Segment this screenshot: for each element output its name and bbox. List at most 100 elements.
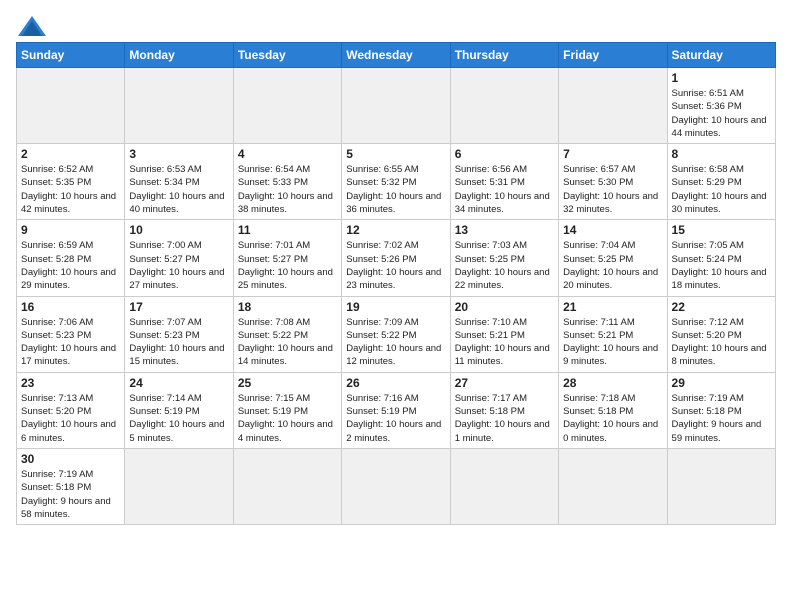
calendar-cell: 8Sunrise: 6:58 AM Sunset: 5:29 PM Daylig… bbox=[667, 144, 775, 220]
cell-sun-info: Sunrise: 7:01 AM Sunset: 5:27 PM Dayligh… bbox=[238, 239, 337, 292]
calendar-cell bbox=[233, 448, 341, 524]
day-number: 7 bbox=[563, 147, 662, 161]
calendar-cell: 4 Sunrise: 6:54 AM Sunset: 5:33 PM Daylig… bbox=[233, 144, 341, 220]
day-number: 19 bbox=[346, 300, 445, 314]
cell-sun-info: Sunrise: 7:13 AM Sunset: 5:20 PM Dayligh… bbox=[21, 392, 120, 445]
day-number: 15 bbox=[672, 223, 771, 237]
cell-sun-info: Sunrise: 7:16 AM Sunset: 5:19 PM Dayligh… bbox=[346, 392, 445, 445]
cell-sun-info: Sunrise: 6:58 AM Sunset: 5:29 PM Dayligh… bbox=[672, 163, 771, 216]
calendar-cell bbox=[342, 68, 450, 144]
cell-sun-info: Sunrise: 7:18 AM Sunset: 5:18 PM Dayligh… bbox=[563, 392, 662, 445]
calendar-page: SundayMondayTuesdayWednesdayThursdayFrid… bbox=[0, 0, 792, 533]
cell-sun-info: Sunrise: 7:14 AM Sunset: 5:19 PM Dayligh… bbox=[129, 392, 228, 445]
calendar-cell: 1 Sunrise: 6:51 AM Sunset: 5:36 PM Daylig… bbox=[667, 68, 775, 144]
day-number: 2 bbox=[21, 147, 120, 161]
calendar-cell: 3Sunrise: 6:53 AM Sunset: 5:34 PM Daylig… bbox=[125, 144, 233, 220]
calendar-cell bbox=[450, 68, 558, 144]
cell-sun-info: Sunrise: 6:51 AM Sunset: 5:36 PM Dayligh… bbox=[672, 87, 771, 140]
cell-sun-info: Sunrise: 6:56 AM Sunset: 5:31 PM Dayligh… bbox=[455, 163, 554, 216]
day-number: 16 bbox=[21, 300, 120, 314]
logo bbox=[16, 16, 46, 36]
calendar-cell: 26 Sunrise: 7:16 AM Sunset: 5:19 PM Dayli… bbox=[342, 372, 450, 448]
calendar-cell bbox=[233, 68, 341, 144]
cell-sun-info: Sunrise: 7:03 AM Sunset: 5:25 PM Dayligh… bbox=[455, 239, 554, 292]
cell-sun-info: Sunrise: 7:11 AM Sunset: 5:21 PM Dayligh… bbox=[563, 316, 662, 369]
cell-sun-info: Sunrise: 6:59 AM Sunset: 5:28 PM Dayligh… bbox=[21, 239, 120, 292]
calendar-week-row: 16 Sunrise: 7:06 AM Sunset: 5:23 PM Dayli… bbox=[17, 296, 776, 372]
day-number: 10 bbox=[129, 223, 228, 237]
calendar-cell bbox=[125, 448, 233, 524]
day-number: 5 bbox=[346, 147, 445, 161]
calendar-cell: 6 Sunrise: 6:56 AM Sunset: 5:31 PM Daylig… bbox=[450, 144, 558, 220]
day-number: 23 bbox=[21, 376, 120, 390]
cell-sun-info: Sunrise: 7:10 AM Sunset: 5:21 PM Dayligh… bbox=[455, 316, 554, 369]
calendar-cell: 7 Sunrise: 6:57 AM Sunset: 5:30 PM Daylig… bbox=[559, 144, 667, 220]
calendar-cell: 10 Sunrise: 7:00 AM Sunset: 5:27 PM Dayli… bbox=[125, 220, 233, 296]
weekday-header-row: SundayMondayTuesdayWednesdayThursdayFrid… bbox=[17, 43, 776, 68]
weekday-header-saturday: Saturday bbox=[667, 43, 775, 68]
cell-sun-info: Sunrise: 7:00 AM Sunset: 5:27 PM Dayligh… bbox=[129, 239, 228, 292]
calendar-cell bbox=[559, 68, 667, 144]
cell-sun-info: Sunrise: 6:57 AM Sunset: 5:30 PM Dayligh… bbox=[563, 163, 662, 216]
day-number: 14 bbox=[563, 223, 662, 237]
calendar-cell: 30Sunrise: 7:19 AM Sunset: 5:18 PM Dayli… bbox=[17, 448, 125, 524]
calendar-cell: 27Sunrise: 7:17 AM Sunset: 5:18 PM Dayli… bbox=[450, 372, 558, 448]
cell-sun-info: Sunrise: 7:05 AM Sunset: 5:24 PM Dayligh… bbox=[672, 239, 771, 292]
calendar-cell: 17Sunrise: 7:07 AM Sunset: 5:23 PM Dayli… bbox=[125, 296, 233, 372]
day-number: 20 bbox=[455, 300, 554, 314]
day-number: 28 bbox=[563, 376, 662, 390]
calendar-cell: 21 Sunrise: 7:11 AM Sunset: 5:21 PM Dayli… bbox=[559, 296, 667, 372]
day-number: 29 bbox=[672, 376, 771, 390]
day-number: 12 bbox=[346, 223, 445, 237]
cell-sun-info: Sunrise: 7:06 AM Sunset: 5:23 PM Dayligh… bbox=[21, 316, 120, 369]
cell-sun-info: Sunrise: 7:09 AM Sunset: 5:22 PM Dayligh… bbox=[346, 316, 445, 369]
calendar-week-row: 1 Sunrise: 6:51 AM Sunset: 5:36 PM Daylig… bbox=[17, 68, 776, 144]
header bbox=[16, 12, 776, 36]
day-number: 25 bbox=[238, 376, 337, 390]
calendar-cell: 15 Sunrise: 7:05 AM Sunset: 5:24 PM Dayli… bbox=[667, 220, 775, 296]
cell-sun-info: Sunrise: 7:08 AM Sunset: 5:22 PM Dayligh… bbox=[238, 316, 337, 369]
cell-sun-info: Sunrise: 6:52 AM Sunset: 5:35 PM Dayligh… bbox=[21, 163, 120, 216]
day-number: 1 bbox=[672, 71, 771, 85]
cell-sun-info: Sunrise: 7:19 AM Sunset: 5:18 PM Dayligh… bbox=[672, 392, 771, 445]
calendar-cell: 24 Sunrise: 7:14 AM Sunset: 5:19 PM Dayli… bbox=[125, 372, 233, 448]
calendar-cell: 5 Sunrise: 6:55 AM Sunset: 5:32 PM Daylig… bbox=[342, 144, 450, 220]
day-number: 6 bbox=[455, 147, 554, 161]
cell-sun-info: Sunrise: 7:12 AM Sunset: 5:20 PM Dayligh… bbox=[672, 316, 771, 369]
weekday-header-monday: Monday bbox=[125, 43, 233, 68]
weekday-header-friday: Friday bbox=[559, 43, 667, 68]
calendar-cell bbox=[450, 448, 558, 524]
calendar-cell: 14Sunrise: 7:04 AM Sunset: 5:25 PM Dayli… bbox=[559, 220, 667, 296]
weekday-header-tuesday: Tuesday bbox=[233, 43, 341, 68]
day-number: 21 bbox=[563, 300, 662, 314]
day-number: 24 bbox=[129, 376, 228, 390]
calendar-cell: 12Sunrise: 7:02 AM Sunset: 5:26 PM Dayli… bbox=[342, 220, 450, 296]
calendar-cell: 25Sunrise: 7:15 AM Sunset: 5:19 PM Dayli… bbox=[233, 372, 341, 448]
logo-area bbox=[16, 12, 46, 36]
day-number: 11 bbox=[238, 223, 337, 237]
day-number: 4 bbox=[238, 147, 337, 161]
day-number: 13 bbox=[455, 223, 554, 237]
calendar-cell: 13 Sunrise: 7:03 AM Sunset: 5:25 PM Dayli… bbox=[450, 220, 558, 296]
calendar-week-row: 9Sunrise: 6:59 AM Sunset: 5:28 PM Daylig… bbox=[17, 220, 776, 296]
cell-sun-info: Sunrise: 6:54 AM Sunset: 5:33 PM Dayligh… bbox=[238, 163, 337, 216]
weekday-header-thursday: Thursday bbox=[450, 43, 558, 68]
calendar-cell: 20 Sunrise: 7:10 AM Sunset: 5:21 PM Dayli… bbox=[450, 296, 558, 372]
day-number: 18 bbox=[238, 300, 337, 314]
day-number: 22 bbox=[672, 300, 771, 314]
day-number: 26 bbox=[346, 376, 445, 390]
calendar-cell bbox=[559, 448, 667, 524]
calendar-cell: 29 Sunrise: 7:19 AM Sunset: 5:18 PM Dayli… bbox=[667, 372, 775, 448]
logo-icon bbox=[18, 16, 46, 36]
calendar-week-row: 2 Sunrise: 6:52 AM Sunset: 5:35 PM Daylig… bbox=[17, 144, 776, 220]
calendar-cell: 23 Sunrise: 7:13 AM Sunset: 5:20 PM Dayli… bbox=[17, 372, 125, 448]
cell-sun-info: Sunrise: 6:53 AM Sunset: 5:34 PM Dayligh… bbox=[129, 163, 228, 216]
day-number: 27 bbox=[455, 376, 554, 390]
calendar-cell bbox=[667, 448, 775, 524]
calendar-week-row: 30Sunrise: 7:19 AM Sunset: 5:18 PM Dayli… bbox=[17, 448, 776, 524]
calendar-cell: 28 Sunrise: 7:18 AM Sunset: 5:18 PM Dayli… bbox=[559, 372, 667, 448]
cell-sun-info: Sunrise: 7:07 AM Sunset: 5:23 PM Dayligh… bbox=[129, 316, 228, 369]
cell-sun-info: Sunrise: 6:55 AM Sunset: 5:32 PM Dayligh… bbox=[346, 163, 445, 216]
calendar-week-row: 23 Sunrise: 7:13 AM Sunset: 5:20 PM Dayli… bbox=[17, 372, 776, 448]
calendar-cell: 9Sunrise: 6:59 AM Sunset: 5:28 PM Daylig… bbox=[17, 220, 125, 296]
